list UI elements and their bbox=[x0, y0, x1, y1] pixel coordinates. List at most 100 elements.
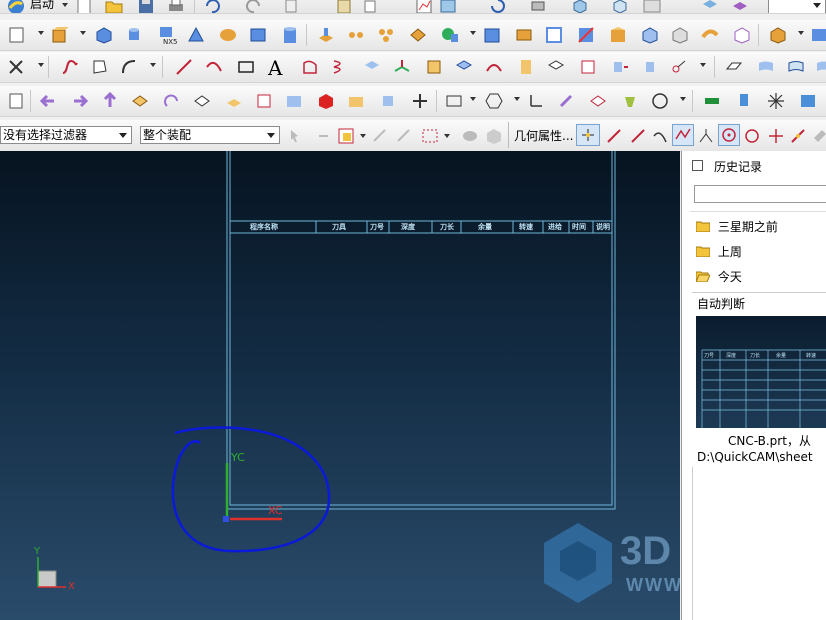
render-icon[interactable] bbox=[810, 25, 826, 45]
snap-midpoint-icon[interactable] bbox=[628, 126, 648, 146]
spindle-icon[interactable] bbox=[734, 91, 754, 111]
slot-icon[interactable] bbox=[408, 25, 428, 45]
mirror-body-icon[interactable] bbox=[732, 25, 752, 45]
point-set-icon[interactable] bbox=[670, 57, 690, 77]
wrap-icon[interactable] bbox=[610, 57, 630, 77]
offset-face-icon[interactable] bbox=[514, 25, 534, 45]
sew-icon[interactable] bbox=[670, 25, 690, 45]
history-group-today[interactable]: 今天 bbox=[695, 267, 742, 287]
arc-icon[interactable] bbox=[204, 57, 224, 77]
extract-curve-icon[interactable] bbox=[454, 57, 474, 77]
pocket-icon[interactable] bbox=[346, 25, 366, 45]
circle-tool-icon[interactable] bbox=[650, 91, 670, 111]
layer-select[interactable] bbox=[768, 0, 826, 13]
join-curve-icon[interactable] bbox=[516, 57, 536, 77]
wcs-icon[interactable] bbox=[526, 91, 546, 111]
split-body-icon[interactable] bbox=[640, 25, 660, 45]
snap-line-icon[interactable] bbox=[604, 126, 624, 146]
snap-control-icon[interactable] bbox=[672, 124, 694, 146]
project-curve-icon[interactable] bbox=[362, 57, 382, 77]
move-right-icon[interactable] bbox=[70, 91, 90, 111]
trim-body-icon[interactable] bbox=[608, 25, 628, 45]
select-all-icon[interactable] bbox=[286, 126, 306, 146]
window-select-icon[interactable] bbox=[444, 91, 464, 111]
bridge-curve-icon[interactable] bbox=[484, 57, 504, 77]
shaded-filter-icon[interactable] bbox=[460, 126, 480, 146]
face-blend-icon[interactable] bbox=[130, 91, 150, 111]
snap-on-curve-icon[interactable] bbox=[788, 126, 808, 146]
rectangle-icon[interactable] bbox=[236, 57, 256, 77]
undo-icon[interactable] bbox=[202, 0, 222, 13]
patch-icon[interactable] bbox=[700, 25, 720, 45]
filter-arrow-icon[interactable] bbox=[316, 126, 336, 146]
swept-surface-icon[interactable] bbox=[786, 57, 806, 77]
snap-point-icon[interactable] bbox=[6, 57, 26, 77]
book-icon[interactable] bbox=[482, 25, 502, 45]
boolean-unite-icon[interactable] bbox=[248, 25, 268, 45]
box-select-icon[interactable] bbox=[768, 25, 788, 45]
offset-curve-icon[interactable] bbox=[578, 57, 598, 77]
ruled-surface-icon[interactable] bbox=[756, 57, 776, 77]
grid-surface-icon[interactable] bbox=[546, 57, 566, 77]
region-icon[interactable] bbox=[300, 57, 320, 77]
analysis-icon[interactable] bbox=[438, 0, 458, 13]
up-arrow-icon[interactable] bbox=[100, 91, 120, 111]
snap-on-face-icon[interactable] bbox=[810, 126, 826, 146]
machine-icon[interactable] bbox=[798, 91, 818, 111]
position-icon[interactable] bbox=[410, 91, 430, 111]
text-tool-icon[interactable]: A bbox=[268, 56, 282, 80]
refresh-icon[interactable] bbox=[488, 0, 508, 13]
shaded-view-icon[interactable] bbox=[570, 0, 590, 13]
n-sided-surface-icon[interactable] bbox=[814, 57, 826, 77]
snap-endpoint-icon[interactable] bbox=[576, 124, 600, 146]
snap-icon[interactable] bbox=[370, 126, 390, 146]
snap-center-icon[interactable] bbox=[718, 124, 740, 146]
history-checkbox[interactable] bbox=[692, 160, 703, 171]
selection-filter-select[interactable]: 没有选择过滤器 bbox=[0, 126, 132, 144]
fit-view-icon[interactable] bbox=[528, 0, 548, 13]
spline-icon[interactable] bbox=[60, 57, 80, 77]
measure-body-icon[interactable] bbox=[316, 91, 336, 111]
boss-icon[interactable] bbox=[316, 25, 336, 45]
snap-existing-point-icon[interactable] bbox=[766, 126, 786, 146]
rotate-icon[interactable] bbox=[162, 91, 182, 111]
datum-axis-icon[interactable] bbox=[224, 91, 244, 111]
block-icon[interactable] bbox=[94, 25, 114, 45]
plane-icon[interactable] bbox=[192, 91, 212, 111]
hole-icon[interactable] bbox=[280, 25, 300, 45]
highlight-icon[interactable] bbox=[620, 91, 640, 111]
delete-icon[interactable] bbox=[360, 0, 380, 13]
start-menu-label[interactable]: 启动 bbox=[30, 0, 54, 12]
extrude-icon[interactable] bbox=[50, 25, 70, 45]
new-file-icon[interactable] bbox=[74, 0, 94, 13]
history-group-older[interactable]: 三星期之前 bbox=[695, 217, 778, 237]
arc-offset-icon[interactable] bbox=[120, 57, 140, 77]
shell-icon[interactable] bbox=[544, 25, 564, 45]
wcs-orient-icon[interactable] bbox=[556, 91, 576, 111]
history-preview-thumbnail[interactable]: 刀号 深度 刀长 余量 转速 bbox=[696, 316, 826, 428]
selection-box-icon[interactable] bbox=[336, 126, 356, 146]
open-folder-icon[interactable] bbox=[104, 0, 124, 13]
pipe-icon[interactable] bbox=[702, 91, 722, 111]
work-layer-icon[interactable] bbox=[730, 0, 750, 13]
curve-profile-icon[interactable] bbox=[90, 57, 110, 77]
geometry-property-button[interactable]: 几何属性... bbox=[514, 127, 573, 144]
wireframe-view-icon[interactable] bbox=[610, 0, 630, 13]
intersect-curve-icon[interactable] bbox=[392, 57, 412, 77]
history-group-last-week[interactable]: 上周 bbox=[695, 242, 742, 262]
mark-icon[interactable] bbox=[588, 91, 608, 111]
polygon-icon[interactable] bbox=[484, 91, 504, 111]
layer-icon[interactable] bbox=[700, 0, 720, 13]
arrange-icon[interactable] bbox=[6, 91, 26, 111]
draft-icon[interactable] bbox=[576, 25, 596, 45]
sphere-icon[interactable] bbox=[218, 25, 238, 45]
unwrap-icon[interactable] bbox=[640, 57, 660, 77]
history-search-input[interactable] bbox=[694, 185, 826, 203]
graphics-viewport[interactable]: 程序名称 刀具 刀号 深度 刀长 余量 转速 进给 时间 说明 YC XC Y … bbox=[0, 151, 680, 620]
paste-icon[interactable] bbox=[334, 0, 354, 13]
rect-select-icon[interactable] bbox=[420, 126, 440, 146]
csys-icon[interactable] bbox=[254, 91, 274, 111]
helix-icon[interactable] bbox=[330, 57, 350, 77]
pad-icon[interactable] bbox=[376, 25, 396, 45]
body-filter-icon[interactable] bbox=[484, 126, 504, 146]
